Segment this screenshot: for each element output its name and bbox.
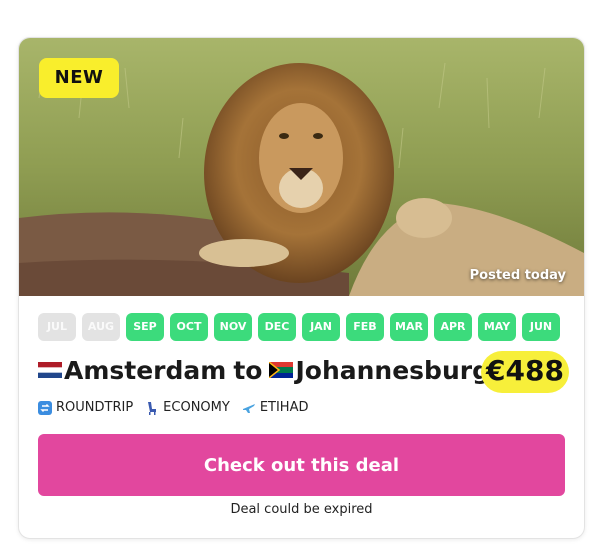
- roundtrip-icon: [38, 400, 52, 415]
- month-chip-jan[interactable]: JAN: [302, 313, 340, 341]
- south-africa-flag-icon: [269, 362, 294, 378]
- trip-type-label: ROUNDTRIP: [56, 400, 134, 415]
- month-chip-oct[interactable]: OCT: [170, 313, 208, 341]
- origin-city: Amsterdam: [64, 355, 227, 385]
- new-badge: NEW: [39, 58, 119, 98]
- airline-label: ETIHAD: [259, 400, 309, 415]
- month-chip-jun[interactable]: JUN: [522, 313, 560, 341]
- expiry-disclaimer: Deal could be expired: [230, 502, 373, 517]
- seat-icon: [148, 401, 157, 415]
- posted-timestamp: Posted today: [469, 268, 566, 283]
- month-chip-dec[interactable]: DEC: [258, 313, 296, 341]
- price-highlight: €488: [481, 349, 569, 393]
- month-chip-aug[interactable]: AUG: [82, 313, 120, 341]
- destination-city: Johannesburg: [295, 355, 490, 385]
- month-chip-feb[interactable]: FEB: [346, 313, 384, 341]
- cabin-class: ECONOMY: [145, 400, 230, 415]
- cabin-class-label: ECONOMY: [163, 400, 230, 415]
- trip-details: ROUNDTRIP ECONOMY ETIHAD: [38, 400, 308, 415]
- route-connector: to: [233, 355, 263, 385]
- deal-price: €488: [486, 354, 564, 387]
- month-chip-may[interactable]: MAY: [478, 313, 516, 341]
- month-availability: JUL AUG SEP OCT NOV DEC JAN FEB MAR APR MAY JUN: [38, 313, 560, 341]
- check-out-deal-button[interactable]: Check out this deal: [38, 434, 565, 496]
- month-chip-nov[interactable]: NOV: [214, 313, 252, 341]
- deal-card[interactable]: NEW Posted today JUL AUG SEP OCT NOV DEC JAN FE…: [18, 37, 585, 539]
- route-title: Amsterdam to Johannesburg: [38, 351, 490, 389]
- month-chip-mar[interactable]: MAR: [390, 313, 428, 341]
- airline: ETIHAD: [242, 400, 309, 415]
- hero-photo: NEW Posted today: [19, 38, 584, 296]
- month-chip-apr[interactable]: APR: [434, 313, 472, 341]
- trip-type: ROUNDTRIP: [38, 400, 133, 415]
- month-chip-jul[interactable]: JUL: [38, 313, 76, 341]
- month-chip-sep[interactable]: SEP: [126, 313, 164, 341]
- netherlands-flag-icon: [38, 362, 62, 378]
- airplane-icon: [242, 403, 255, 413]
